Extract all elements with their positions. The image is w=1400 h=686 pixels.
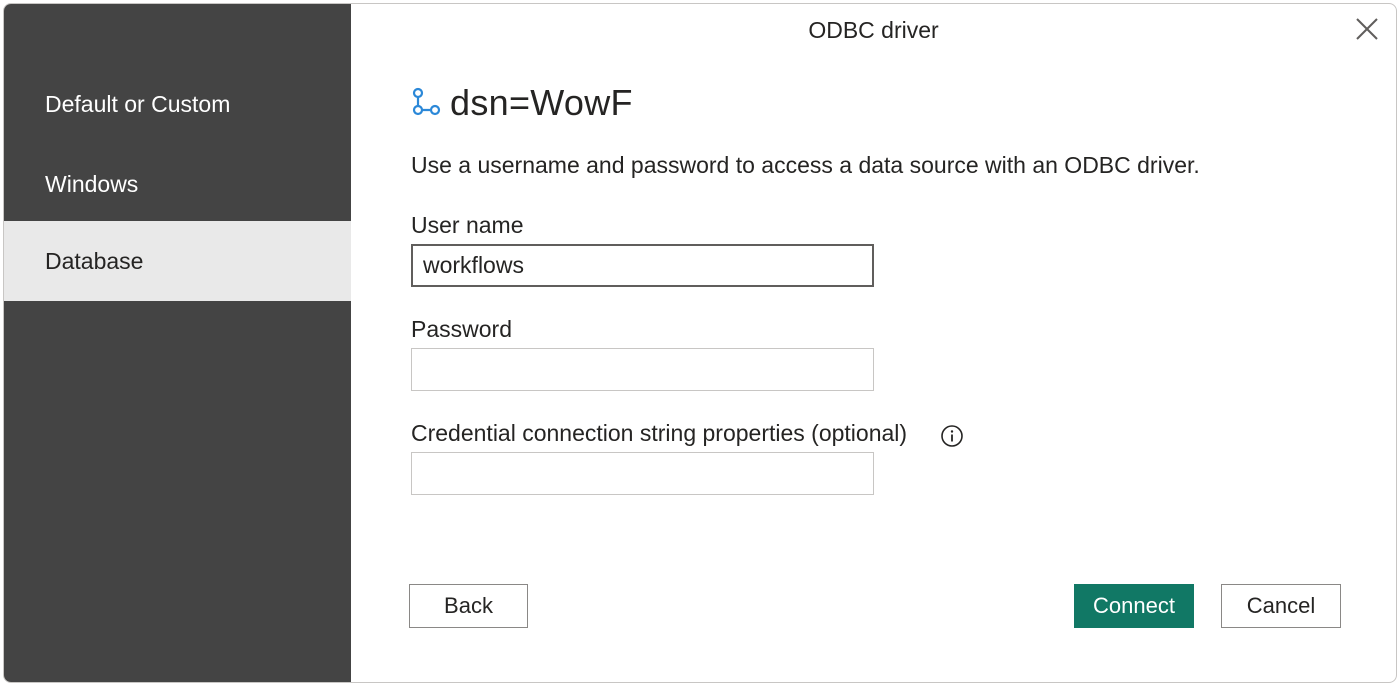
back-button[interactable]: Back xyxy=(409,584,528,628)
username-input[interactable] xyxy=(411,244,874,287)
credential-props-input[interactable] xyxy=(411,452,874,495)
sidebar-item-label: Default or Custom xyxy=(45,91,231,117)
sidebar-item-label: Windows xyxy=(45,171,139,197)
sidebar-item-windows[interactable]: Windows xyxy=(4,144,351,224)
sidebar-item-label: Database xyxy=(45,248,144,274)
dialog-title: ODBC driver xyxy=(808,17,939,43)
info-icon[interactable] xyxy=(940,424,964,448)
username-label: User name xyxy=(411,212,524,238)
password-input[interactable] xyxy=(411,348,874,391)
sidebar-item-default-or-custom[interactable]: Default or Custom xyxy=(4,64,351,144)
credential-props-label: Credential connection string properties … xyxy=(411,420,908,446)
odbc-dialog: Default or Custom Windows Database ODBC … xyxy=(3,3,1397,683)
close-icon xyxy=(1356,18,1378,40)
description-text: Use a username and password to access a … xyxy=(411,152,1200,178)
data-source-name: dsn=WowF xyxy=(450,82,633,123)
close-button[interactable] xyxy=(1352,14,1382,44)
sidebar-item-database[interactable]: Database xyxy=(4,221,351,301)
data-source-heading: dsn=WowF xyxy=(410,80,633,126)
connect-button[interactable]: Connect xyxy=(1074,584,1194,628)
password-label: Password xyxy=(411,316,512,342)
data-source-icon xyxy=(412,87,441,116)
cancel-button[interactable]: Cancel xyxy=(1221,584,1341,628)
auth-sidebar: Default or Custom Windows Database xyxy=(4,4,351,682)
